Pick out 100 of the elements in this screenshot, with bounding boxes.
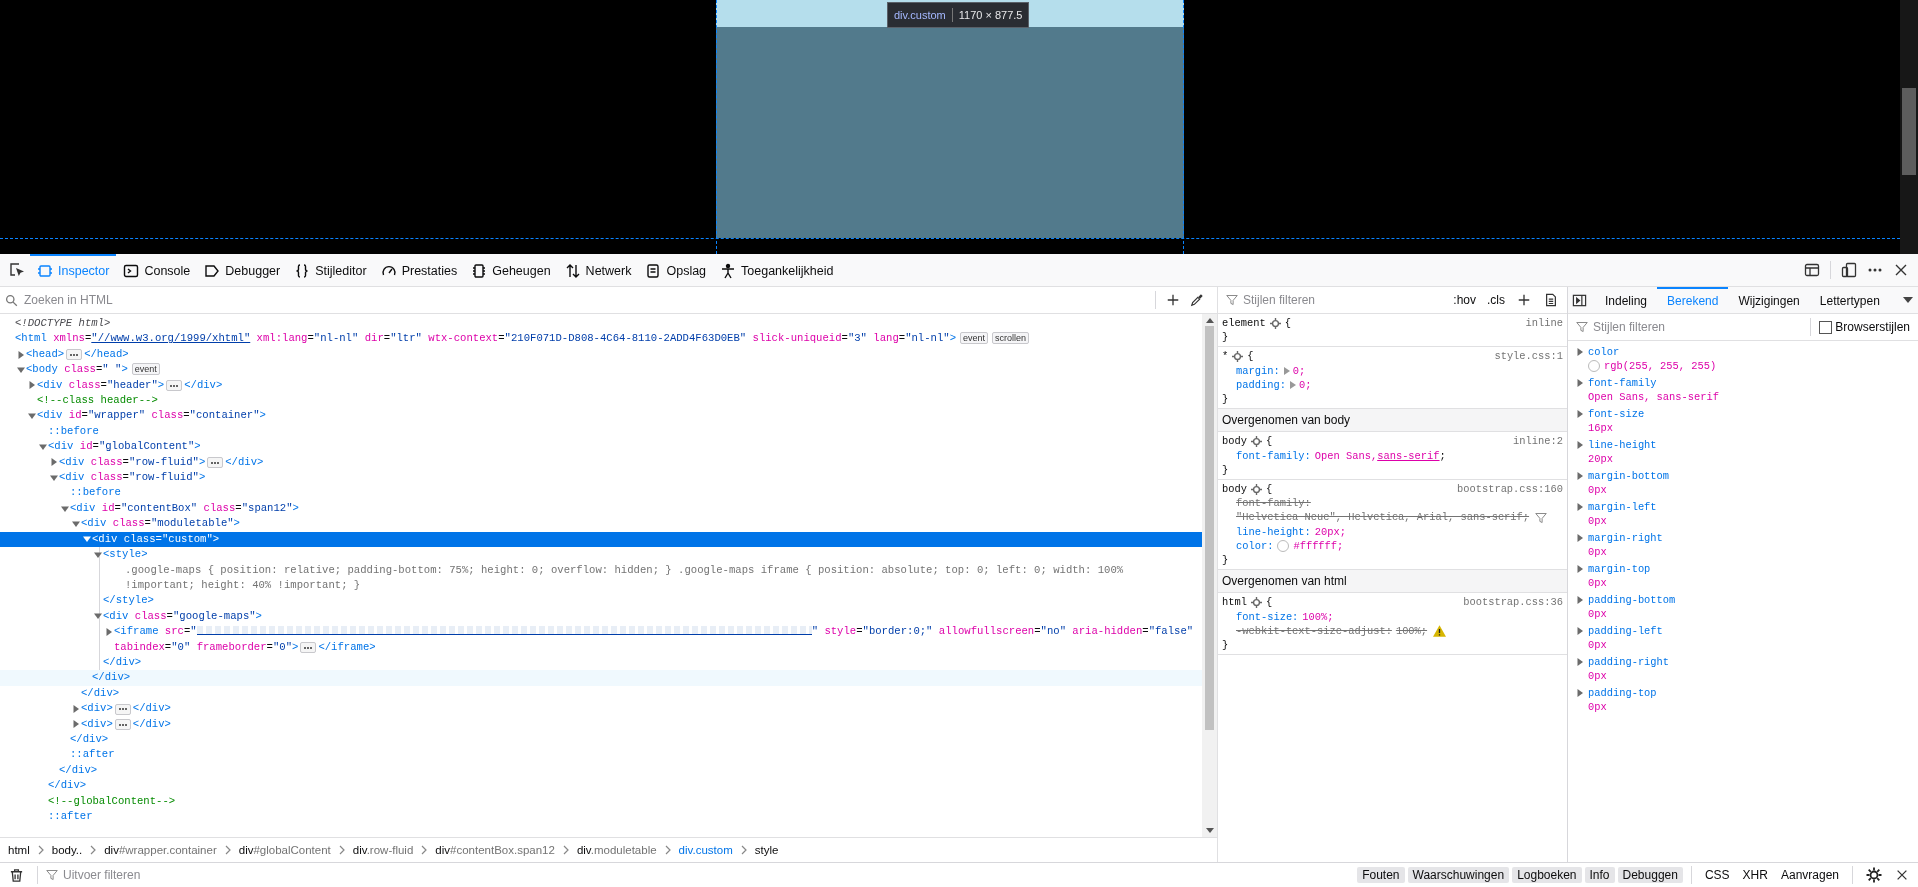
dom-node[interactable]: <div id="wrapper" class="container"> [0,408,1202,424]
breadcrumb[interactable]: style [752,842,781,858]
checkbox-label[interactable]: Browserstijlen [1835,320,1914,334]
pseudo-class-toggle[interactable]: :hov [1449,291,1480,309]
filter-field[interactable]: Stijlen filteren [1241,292,1447,308]
devtools-tab[interactable]: Prestaties [373,254,465,286]
devtools-tab[interactable]: Inspector [30,254,117,286]
computed-property[interactable]: font-family [1588,376,1657,390]
disclosure-triangle-icon[interactable] [17,365,25,374]
disclosure-triangle-icon[interactable] [1576,472,1584,480]
dom-node[interactable]: <div id="contentBox" class="span12"> [0,500,1202,517]
computed-property[interactable]: color [1588,345,1620,359]
css-value[interactable]: 100%; [1395,623,1428,639]
dom-node[interactable]: <div> </div> [0,716,1202,732]
breadcrumb[interactable]: div.custom [676,842,735,858]
css-property[interactable]: font-family: [1236,496,1311,511]
highlighter-icon[interactable] [1250,597,1262,609]
disclosure-triangle-icon[interactable] [1576,348,1584,356]
css-property[interactable]: padding: [1236,377,1286,392]
computed-property[interactable]: font-size [1588,407,1645,421]
dom-node[interactable]: <style> [0,547,1202,563]
css-value[interactable]: 0; [1298,377,1312,392]
closing-tag[interactable]: </style> [0,593,1202,609]
event-badge[interactable]: event [131,363,160,376]
devtools-tab[interactable]: Console [116,254,198,286]
collapsed-content-button[interactable] [207,457,224,469]
css-value[interactable]: #ffffff; [1293,538,1344,554]
disclosure-triangle-icon[interactable] [28,412,36,421]
log-filter-button[interactable]: Info [1584,867,1615,883]
css-property[interactable]: font-family: [1236,448,1311,463]
breadcrumb[interactable]: div#wrapper.container [102,842,219,858]
disclosure-triangle-icon[interactable] [1576,627,1584,635]
breadcrumb[interactable]: body.. [49,842,85,858]
page-scrollbar[interactable] [1900,0,1918,254]
disclosure-triangle-icon[interactable] [1576,441,1584,449]
css-link[interactable]: sans-serif [1377,448,1440,463]
closing-tag[interactable]: </div> [0,731,1202,748]
dom-node[interactable]: <iframe src=" " style="border:0;" allowfullscreen="no" aria-hidden="false" tabindex="0" frameborder="0"> </iframe> [0,624,1202,655]
dom-node[interactable]: ::before [0,423,1202,440]
disclosure-triangle-icon[interactable] [39,442,47,451]
breadcrumb[interactable]: div#contentBox.span12 [433,842,557,858]
computed-property[interactable]: margin-left [1588,500,1657,514]
closing-tag[interactable]: </div> [0,762,1202,779]
disclosure-triangle-icon[interactable] [50,473,58,482]
highlighter-icon[interactable] [1250,483,1262,495]
devtools-tab[interactable]: Debugger [197,254,288,286]
devtools-tab[interactable]: Toegankelijkheid [713,254,841,286]
css-property[interactable]: -webkit-text-size-adjust: [1236,623,1392,639]
dom-node[interactable]: <head> </head> [0,346,1202,363]
dom-node[interactable]: ::before [0,485,1202,501]
disclosure-triangle-icon[interactable] [72,704,80,713]
log-filter-button[interactable]: XHR [1737,867,1773,883]
css-property[interactable]: line-height: [1236,524,1311,539]
css-property[interactable]: font-size: [1236,609,1299,624]
dom-node[interactable]: <div class="google-maps"> [0,608,1202,625]
disclosure-triangle-icon[interactable] [17,350,25,359]
log-filter-button[interactable]: Debuggen [1617,867,1683,883]
disclosure-triangle-icon[interactable] [28,381,36,390]
log-filter-button[interactable]: CSS [1699,867,1735,883]
collapsed-content-button[interactable] [114,719,131,731]
color-swatch[interactable] [1588,360,1600,372]
dom-node[interactable]: <body class=" "> event [0,362,1202,378]
computed-property[interactable]: padding-top [1588,686,1657,700]
devtools-tab[interactable]: Netwerk [557,254,639,286]
filter-field[interactable]: Stijlen filteren [1591,319,1803,335]
source-link[interactable]: bootstrap.css:160 [1457,482,1563,497]
css-property[interactable]: margin: [1236,363,1280,378]
dom-node[interactable]: <div class="row-fluid"> </div> [0,454,1202,471]
devtools-tab[interactable]: Geheugen [464,254,558,286]
disclosure-triangle-icon[interactable] [1576,503,1584,511]
computed-property[interactable]: padding-bottom [1588,593,1676,607]
devtools-tab[interactable]: Opslag [638,254,714,286]
tree-scrollbar[interactable] [1202,314,1217,837]
color-swatch[interactable] [1277,539,1290,552]
css-value[interactable]: 0; [1292,363,1306,378]
source-link[interactable]: inline [1525,316,1563,331]
disclosure-triangle-icon[interactable] [1576,379,1584,387]
log-filter-button[interactable]: Fouten [1357,867,1405,883]
dom-node[interactable]: <div class="row-fluid"> [0,470,1202,486]
expand-triangle-icon[interactable] [1289,380,1296,389]
disclosure-triangle-icon[interactable] [83,535,91,544]
dom-node[interactable]: <html xmlns="//www.w3.org/1999/xhtml" xml:lang="nl-nl" dir="ltr" wtx-context="210F071D-D808-4C64-8110-2ADD4F63D0EB" slick-uniqueid="3" lang="nl-nl"> event scrollen [0,331,1202,347]
checkbox[interactable] [1819,320,1833,334]
highlighter-icon[interactable] [1269,317,1281,329]
disclosure-triangle-icon[interactable] [1576,410,1584,418]
event-badge[interactable]: event [960,332,989,345]
disclosure-triangle-icon[interactable] [1576,565,1584,573]
log-filter-button[interactable]: Logboeken [1512,867,1582,883]
closing-tag[interactable]: </div> [0,670,1202,686]
computed-property[interactable]: margin-right [1588,531,1663,545]
disclosure-triangle-icon[interactable] [1576,689,1584,697]
expand-triangle-icon[interactable] [1283,366,1290,375]
css-value[interactable]: 100%; [1302,609,1334,624]
disclosure-triangle-icon[interactable] [1576,534,1584,542]
dom-node[interactable]: ::after [0,809,1202,825]
breadcrumb[interactable]: div.row-fluid [350,842,416,858]
disclosure-triangle-icon[interactable] [105,627,113,636]
dom-node[interactable]: <!--globalContent--> [0,793,1202,809]
filter-field[interactable]: Uitvoer filteren [61,867,1355,883]
log-filter-button[interactable]: Aanvragen [1775,867,1844,883]
